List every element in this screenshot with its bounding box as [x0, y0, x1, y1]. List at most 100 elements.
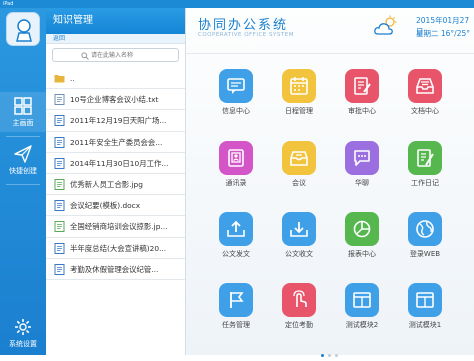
app-tile-label: 工作日记 — [411, 179, 439, 187]
grid-icon — [14, 97, 32, 115]
app-tile[interactable]: 测试模块1 — [402, 283, 448, 330]
avatar[interactable] — [6, 12, 40, 46]
file-name: 考勤及休假管理会议纪管... — [70, 264, 159, 274]
document-icon — [54, 115, 65, 127]
file-row[interactable]: 考勤及休假管理会议纪管... — [46, 259, 185, 280]
app-tile-label: 测试模块2 — [345, 321, 379, 329]
app-tile-icon-bg — [219, 212, 253, 246]
nav-item-label: 快捷创建 — [9, 167, 37, 175]
file-name: 2011年12月19日天阳广场... — [70, 116, 167, 126]
app-tile[interactable]: 信息中心 — [213, 69, 259, 116]
app-tile[interactable]: 日程管理 — [276, 69, 322, 116]
nav-item-label: 主画面 — [12, 119, 34, 127]
app-tile-label: 报表中心 — [348, 250, 376, 258]
nav-item-home[interactable]: 主画面 — [0, 92, 46, 132]
back-button[interactable]: 返回 — [46, 34, 185, 44]
app-tile[interactable]: 公文发文 — [213, 212, 259, 259]
file-row[interactable]: 2011年12月19日天阳广场... — [46, 110, 185, 132]
app-tile-label: 华聊 — [355, 179, 369, 187]
app-tile[interactable]: 测试模块2 — [339, 283, 385, 330]
diary-icon — [417, 149, 434, 167]
app-tile-icon-bg — [282, 212, 316, 246]
file-list: .. 10号企业博客会议小结.txt 2011年12月19日天阳广场... 2011年… — [46, 68, 185, 280]
header: 协同办公系统 COOPERATIVE OFFICE SYSTEM 2015年01… — [186, 8, 474, 54]
app-tile-icon-bg — [282, 283, 316, 317]
app-tile[interactable]: 任务管理 — [213, 283, 259, 330]
app-tile-icon-bg — [408, 212, 442, 246]
file-row[interactable]: 2011年安全生产委员会会... — [46, 132, 185, 153]
app-tile-label: 日程管理 — [285, 107, 313, 115]
image-file-icon — [54, 221, 65, 233]
file-name: 10号企业博客会议小结.txt — [70, 95, 159, 105]
app-tile-label: 登录WEB — [409, 250, 441, 258]
app-tile[interactable]: 定位考勤 — [276, 283, 322, 330]
app-tile-icon-bg — [345, 69, 379, 103]
file-name: 优秀新人员工合影.jpg — [70, 179, 143, 189]
touch-icon — [293, 290, 307, 307]
search-input[interactable] — [91, 50, 181, 61]
file-row[interactable]: .. — [46, 68, 185, 90]
app-tile-icon-bg — [219, 283, 253, 317]
nav-item-quick-create[interactable]: 快捷创建 — [0, 140, 46, 180]
app-tile[interactable]: 审批中心 — [339, 69, 385, 116]
file-row[interactable]: 会议纪要(模板).docx — [46, 195, 185, 217]
app-tile-label: 审批中心 — [348, 107, 376, 115]
app-tile[interactable]: 文档中心 — [402, 69, 448, 116]
app-tile-label: 公文发文 — [222, 250, 250, 258]
app-tile-label: 定位考勤 — [285, 321, 313, 329]
search-box[interactable] — [52, 48, 181, 62]
search-icon — [81, 52, 89, 60]
page-dot[interactable] — [328, 354, 331, 357]
app-tile[interactable]: 公文收文 — [276, 212, 322, 259]
app-tile-icon-bg — [408, 69, 442, 103]
file-name: 会议纪要(模板).docx — [70, 201, 141, 211]
file-row[interactable]: 优秀新人员工合影.jpg — [46, 174, 185, 196]
app-tile-label: 测试模块1 — [408, 321, 442, 329]
file-name: 全国经销商培训会议掠影.jp... — [70, 222, 168, 232]
file-row[interactable]: 2014年11月30日10月工作... — [46, 153, 185, 174]
document-icon — [54, 94, 65, 106]
file-row[interactable]: 半年度总结(大会宣讲稿)20... — [46, 238, 185, 259]
app-tile-label: 公文收文 — [285, 250, 313, 258]
file-row[interactable]: 10号企业博客会议小结.txt — [46, 89, 185, 111]
globe-icon — [416, 220, 434, 238]
report-icon — [353, 220, 371, 238]
status-bar: iPad — [0, 0, 474, 8]
carrier-label: iPad — [3, 1, 14, 7]
page-dot[interactable] — [321, 354, 324, 357]
app-tile-icon-bg — [345, 283, 379, 317]
meeting-icon — [290, 151, 308, 166]
app-tile[interactable]: 华聊 — [339, 141, 385, 188]
app-tile-icon-bg — [282, 141, 316, 175]
window-icon — [416, 292, 434, 308]
app-title: 协同办公系统 — [198, 18, 289, 33]
window-icon — [353, 292, 371, 308]
user-icon — [16, 19, 32, 42]
app-tile[interactable]: 会议 — [276, 141, 322, 188]
page-dot[interactable] — [335, 354, 338, 357]
app-tile[interactable]: 工作日记 — [402, 141, 448, 188]
app-tile[interactable]: 报表中心 — [339, 212, 385, 259]
nav-item-label: 系统设置 — [9, 340, 37, 348]
document-icon — [54, 263, 65, 275]
app-tile-label: 通讯录 — [225, 179, 247, 187]
app-tile-label: 会议 — [292, 179, 306, 187]
panel-title: 知识管理 — [46, 8, 185, 34]
message-icon — [227, 78, 245, 94]
app-tile[interactable]: 登录WEB — [402, 212, 448, 259]
app-tile[interactable]: 通讯录 — [213, 141, 259, 188]
inbox-icon — [416, 78, 434, 94]
weekday-label: 星期二 16°/25° — [416, 29, 470, 38]
flag-icon — [230, 292, 244, 308]
send-icon — [14, 145, 32, 163]
app-tile-icon-bg — [219, 69, 253, 103]
file-row[interactable]: 全国经销商培训会议掠影.jp... — [46, 216, 185, 238]
app-tile-icon-bg — [219, 141, 253, 175]
document-icon — [54, 136, 65, 148]
chat-icon — [354, 150, 370, 166]
nav-item-settings[interactable]: 系统设置 — [0, 313, 46, 353]
app-tile-label: 文档中心 — [411, 107, 439, 115]
calendar-icon — [290, 77, 308, 95]
page-indicator[interactable] — [319, 342, 340, 361]
app-tile-icon-bg — [282, 69, 316, 103]
